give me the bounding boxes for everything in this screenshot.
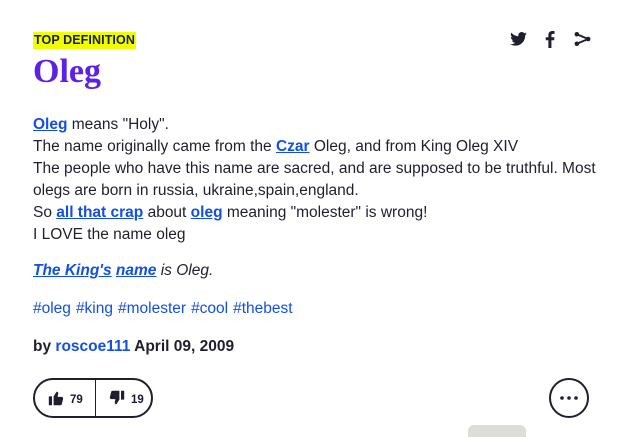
thumbs-up-icon <box>48 391 64 406</box>
tag-list: #oleg #king #molester #cool #thebest <box>33 300 293 318</box>
share-bar <box>509 30 591 48</box>
word-link[interactable]: oleg <box>191 204 223 221</box>
twitter-icon[interactable] <box>509 30 527 48</box>
definition-example: The King's name is Oleg. <box>33 262 213 280</box>
meaning-text: meaning "molester" is wrong! <box>222 204 428 221</box>
top-definition-badge: TOP DEFINITION <box>33 32 136 49</box>
word-link[interactable]: Oleg <box>33 116 67 133</box>
tag-link[interactable]: #thebest <box>233 300 292 318</box>
byline-prefix: by <box>33 338 56 355</box>
post-date: April 09, 2009 <box>130 338 235 355</box>
more-options-button[interactable] <box>549 378 589 418</box>
meaning-text: Oleg, and from King Oleg XIV <box>309 138 519 155</box>
downvote-count: 19 <box>131 394 144 406</box>
definition-meaning: Oleg means "Holy". The name originally c… <box>33 114 596 246</box>
meaning-line: Oleg means "Holy". <box>33 114 593 136</box>
meaning-line: The name originally came from the Czar O… <box>33 136 593 158</box>
ellipsis-icon <box>560 396 578 400</box>
thumbs-down-icon <box>109 390 125 405</box>
example-text: is Oleg. <box>156 262 214 279</box>
meaning-line: olegs are born in russia, ukraine,spain,… <box>33 182 359 199</box>
meaning-line: The people who have this name are sacred… <box>33 160 596 177</box>
author-link[interactable]: roscoe111 <box>55 338 130 355</box>
vote-buttons: 79 19 <box>33 378 153 418</box>
upvote-count: 79 <box>70 394 83 406</box>
word-title[interactable]: Oleg <box>33 53 101 91</box>
meaning-line: So all that crap about oleg meaning "mol… <box>33 202 593 224</box>
ad-preview <box>468 425 526 437</box>
upvote-button[interactable]: 79 <box>35 380 96 416</box>
facebook-icon[interactable] <box>541 30 559 48</box>
tag-link[interactable]: #oleg <box>33 300 71 318</box>
word-link[interactable]: name <box>116 262 157 279</box>
tag-link[interactable]: #molester <box>118 300 186 318</box>
word-link[interactable]: Czar <box>276 138 310 155</box>
meaning-text: So <box>33 204 57 221</box>
tag-link[interactable]: #king <box>76 300 113 318</box>
share-icon[interactable] <box>573 30 591 48</box>
word-link[interactable]: all that crap <box>56 204 143 221</box>
downvote-button[interactable]: 19 <box>96 380 144 416</box>
contributor-byline: by roscoe111 April 09, 2009 <box>33 338 234 356</box>
meaning-text: means "Holy". <box>67 116 169 133</box>
tag-link[interactable]: #cool <box>191 300 228 318</box>
word-link[interactable]: The King's <box>33 262 112 279</box>
meaning-text: The name originally came from the <box>33 138 276 155</box>
meaning-line: I LOVE the name oleg <box>33 226 186 243</box>
meaning-text: about <box>143 204 191 221</box>
definition-card: TOP DEFINITION Oleg Oleg means "Holy". T… <box>33 0 596 433</box>
